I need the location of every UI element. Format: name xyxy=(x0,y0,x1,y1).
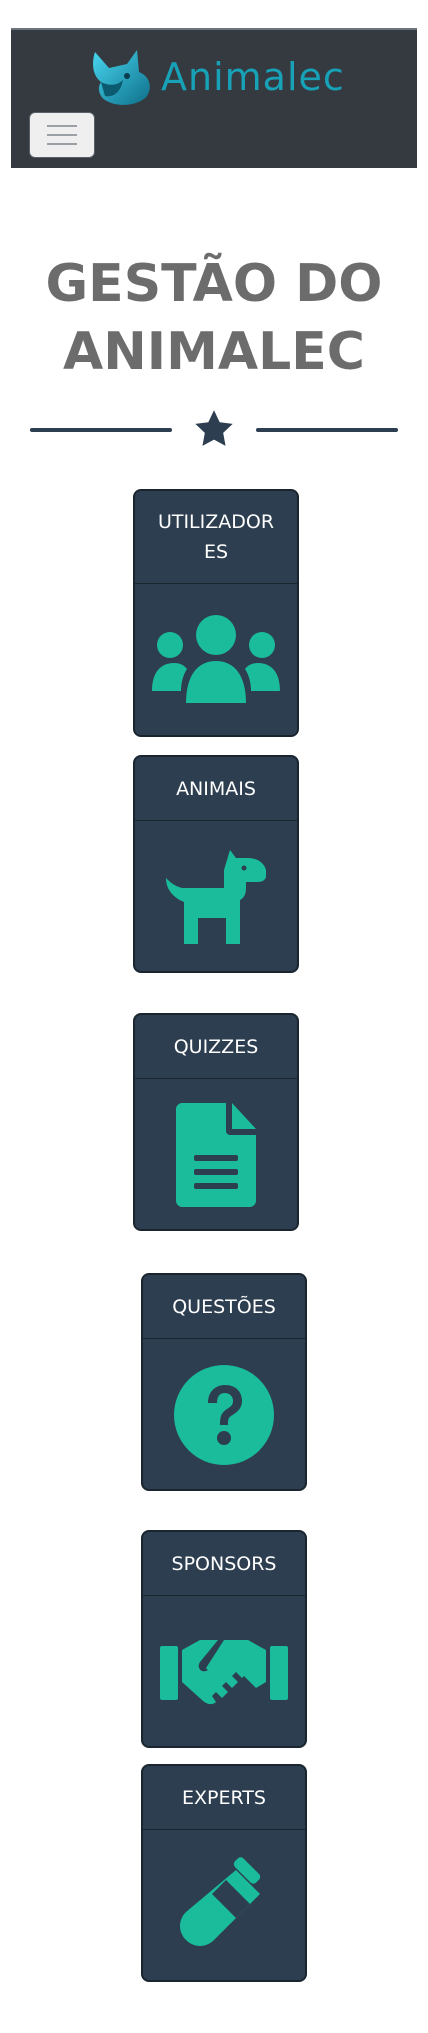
card-animais[interactable]: ANIMAIS xyxy=(133,755,299,973)
card-header: UTILIZADOR ES xyxy=(135,491,297,584)
card-sponsors[interactable]: SPONSORS xyxy=(141,1530,307,1748)
users-icon xyxy=(152,614,280,703)
handshake-icon xyxy=(160,1640,288,1705)
menu-toggle-button[interactable] xyxy=(29,112,95,158)
card-questoes[interactable]: QUESTÕES xyxy=(141,1273,307,1491)
card-experts[interactable]: EXPERTS xyxy=(141,1764,307,1982)
brand-link[interactable]: Animalec xyxy=(83,46,345,108)
card-title: UTILIZADOR xyxy=(157,511,275,533)
card-header: QUIZZES xyxy=(135,1015,297,1079)
page-title-line2: ANIMALEC xyxy=(63,322,365,382)
dog-icon xyxy=(166,850,266,944)
divider-line-right xyxy=(256,428,398,432)
document-icon xyxy=(176,1103,256,1207)
card-body xyxy=(143,1830,305,1980)
card-header: ANIMAIS xyxy=(135,757,297,821)
card-title: EXPERTS xyxy=(182,1786,266,1809)
divider-line-left xyxy=(30,428,172,432)
card-title: QUESTÕES xyxy=(172,1295,276,1318)
card-title-line2: ES xyxy=(203,541,229,563)
brand-name: Animalec xyxy=(161,55,345,99)
card-header: QUESTÕES xyxy=(143,1275,305,1339)
card-body xyxy=(143,1596,305,1746)
star-divider xyxy=(30,405,398,455)
card-header: SPONSORS xyxy=(143,1532,305,1596)
card-quizzes[interactable]: QUIZZES xyxy=(133,1013,299,1231)
navbar: Animalec xyxy=(11,28,417,168)
card-title: SPONSORS xyxy=(171,1552,277,1575)
page-title-line1: GESTÃO DO xyxy=(45,254,383,314)
card-body xyxy=(135,821,297,971)
hamburger-menu-icon xyxy=(47,125,77,127)
card-body xyxy=(135,584,297,735)
star-icon xyxy=(195,410,233,446)
card-header: EXPERTS xyxy=(143,1766,305,1830)
test-tube-icon xyxy=(180,1857,261,1946)
fox-logo-icon xyxy=(93,50,150,105)
card-body xyxy=(135,1079,297,1229)
card-title: QUIZZES xyxy=(173,1035,259,1058)
card-title: ANIMAIS xyxy=(176,777,256,800)
page-title: GESTÃO DO ANIMALEC xyxy=(0,250,428,386)
card-body xyxy=(143,1339,305,1489)
question-circle-icon xyxy=(174,1365,274,1465)
card-utilizadores[interactable]: UTILIZADOR ES xyxy=(133,489,299,737)
